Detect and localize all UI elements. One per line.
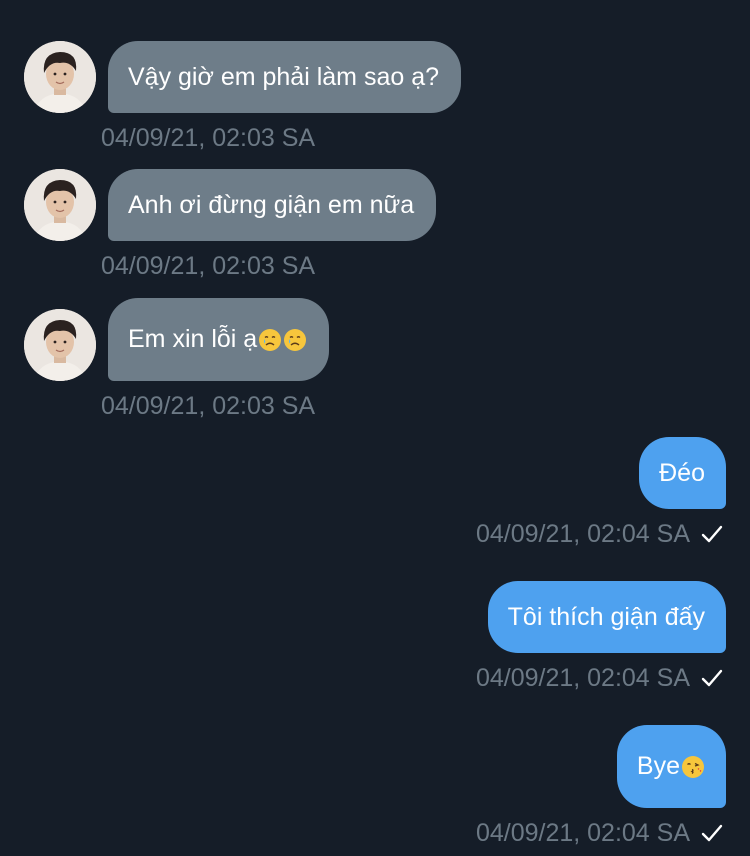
message-timestamp: 04/09/21, 02:03 SA <box>101 252 316 280</box>
avatar[interactable] <box>24 169 96 241</box>
avatar[interactable] <box>24 309 96 381</box>
message-meta: 04/09/21, 02:04 SA <box>476 818 724 848</box>
avatar-photo <box>24 41 96 113</box>
crying-face-icon <box>259 328 282 351</box>
message-text: Tôi thích giận đấy <box>507 602 705 631</box>
message-meta: 04/09/21, 02:04 SA <box>476 519 724 549</box>
message-meta: 04/09/21, 02:04 SA <box>476 663 724 693</box>
message-timestamp: 04/09/21, 02:03 SA <box>101 392 316 420</box>
message-timestamp: 04/09/21, 02:04 SA <box>475 520 690 548</box>
message-bubble-incoming[interactable]: Vậy giờ em phải làm sao ạ? <box>108 41 461 113</box>
checkmark-icon <box>701 824 723 842</box>
crying-face-icon <box>284 328 307 351</box>
message-text: Đéo <box>659 458 705 487</box>
message-text: Bye <box>636 752 680 780</box>
message-text: Vậy giờ em phải làm sao ạ? <box>128 62 439 91</box>
message-text: Anh ơi đừng giận em nữa <box>128 190 415 219</box>
kissing-face-icon <box>682 755 704 778</box>
message-timestamp: 04/09/21, 02:04 SA <box>475 819 690 847</box>
avatar[interactable] <box>24 41 96 113</box>
checkmark-icon <box>701 669 723 687</box>
message-bubble-incoming[interactable]: Anh ơi đừng giận em nữa <box>108 169 437 241</box>
message-bubble-outgoing[interactable]: Tôi thích giận đấy <box>487 581 726 653</box>
avatar-photo <box>24 309 96 381</box>
message-bubble-outgoing[interactable]: Bye <box>616 725 726 808</box>
chat-thread: Vậy giờ em phải làm sao ạ? 04/09/21, 02:… <box>0 0 750 856</box>
checkmark-icon <box>701 525 723 543</box>
message-bubble-outgoing[interactable]: Đéo <box>639 437 726 509</box>
message-timestamp: 04/09/21, 02:03 SA <box>101 124 316 152</box>
avatar-photo <box>24 169 96 241</box>
message-timestamp: 04/09/21, 02:04 SA <box>475 664 690 692</box>
message-text: Em xin lỗi ạ <box>128 325 258 353</box>
message-bubble-incoming[interactable]: Em xin lỗi ạ <box>108 298 330 381</box>
